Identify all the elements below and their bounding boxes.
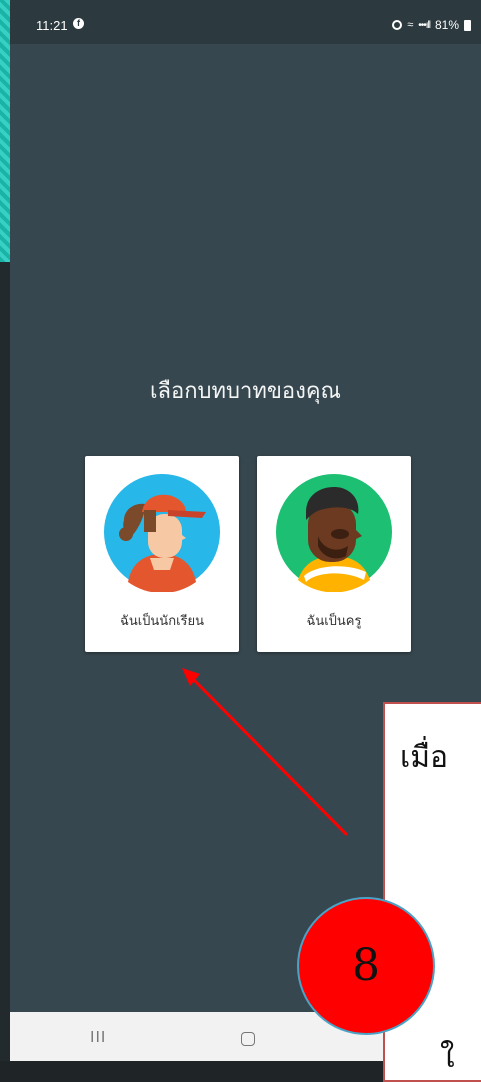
callout-text: เมื่อ [400, 740, 449, 775]
step-number-badge: 8 [297, 897, 435, 1035]
callout-text-continued: ใ [440, 1040, 455, 1075]
